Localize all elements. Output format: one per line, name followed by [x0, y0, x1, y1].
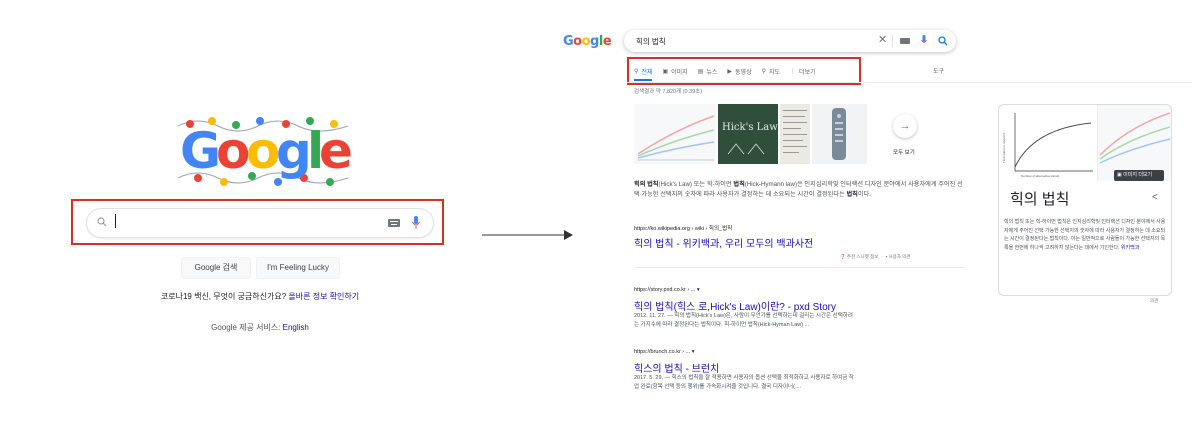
search-icon[interactable] [938, 36, 948, 46]
divider [892, 35, 893, 47]
results-search-input[interactable]: 힉의 법칙 [636, 36, 666, 47]
chalkboard-thumbnail[interactable]: Hick's Law [718, 104, 778, 164]
chevron-down-icon[interactable]: ▾ [692, 349, 695, 355]
promo-link[interactable]: 올바른 정보 확인하기 [288, 292, 359, 301]
result-title-link[interactable]: 힉스의 법칙 - 브런치 [634, 360, 719, 375]
featured-url[interactable]: https://ko.wikipedia.org › wiki › 힉의_법칙 [634, 224, 732, 232]
feedback-link[interactable]: 사용자 의견 [889, 254, 911, 259]
microphone-icon[interactable] [412, 216, 420, 230]
snippet-bold: 법칙 [733, 181, 745, 188]
language-offer: Google 제공 서비스: English [0, 322, 520, 333]
im-feeling-lucky-button[interactable]: I'm Feeling Lucky [256, 257, 340, 279]
arrow-right-icon: → [899, 120, 911, 132]
chalkboard-text: Hick's Law [722, 122, 778, 133]
tabs-divider [627, 82, 1192, 83]
keyboard-icon[interactable] [388, 219, 400, 227]
clear-icon[interactable]: ✕ [878, 33, 887, 46]
desc-line: 업 완료(항목 선택 등의 행위)를 가속화시켜줄 것입니다. 결국 디자이너(… [634, 384, 802, 390]
text-caret [115, 214, 116, 228]
remote-control-image [832, 108, 846, 160]
transition-arrow [482, 230, 573, 240]
snippet-bold: 법칙 [846, 191, 858, 198]
featured-snippet: 힉의 법칙(Hick's Law) 또는 힉-하이먼 법칙(Hick-Hyman… [634, 180, 966, 200]
url-text: https://brunch.co.kr › ... [634, 349, 691, 355]
home-search-input[interactable] [119, 213, 383, 233]
google-search-button[interactable]: Google 검색 [181, 257, 251, 279]
home-search-bar[interactable] [86, 208, 434, 238]
desc-line: 2012. 11. 27. — 힉의 법칙(Hick's Law)은, 사람이 … [634, 313, 853, 319]
logo-letter: e [319, 122, 353, 180]
offered-text: Google 제공 서비스: [211, 323, 281, 332]
google-doodle-logo[interactable]: G o o g l e [178, 112, 353, 190]
result-url[interactable]: https://story.pxd.co.kr › ... ▾ [634, 287, 700, 293]
chart-ylabel: Time taken to respond [1002, 133, 1006, 163]
result-title-link[interactable]: 힉의 법칙(힉스 로,Hick's Law)이란? - pxd Story [634, 298, 836, 313]
covid-promo: 코로나19 백신, 무엇이 궁금하신가요? 올바른 정보 확인하기 [0, 291, 520, 302]
desc-line: 2017. 5. 29. — 힉스의 법칙을 잘 적용하면 사용자의 옵션 선택… [634, 375, 854, 381]
results-search-bar[interactable]: 힉의 법칙 ✕ [624, 30, 956, 52]
kp-description: 힉의 법칙 또는 힉-하이먼 법칙은 인지심리학및 인터랙션 디자인 분야에서 … [1004, 218, 1166, 252]
chevron-down-icon[interactable]: ▾ [697, 287, 700, 293]
response-time-chart: Time taken to respond Number of alternat… [1002, 113, 1093, 178]
kp-title: 힉의 법칙 [1010, 191, 1070, 208]
help-icon: ❓ [840, 254, 846, 259]
featured-title-link[interactable]: 힉의 법칙 - 위키백과, 우리 모두의 백과사전 [634, 235, 813, 250]
see-all-label[interactable]: 모두 보기 [893, 148, 915, 156]
more-images-button[interactable]: ▣ 이미지 더보기 [1114, 170, 1164, 181]
remote-thumbnail[interactable] [812, 104, 867, 164]
about-snippets-link[interactable]: 추천 스니펫 정보 [847, 254, 878, 259]
snippet-bold: 힉의 법칙 [634, 181, 659, 188]
microphone-icon[interactable] [921, 35, 927, 47]
result-url[interactable]: https://brunch.co.kr › ... ▾ [634, 349, 695, 355]
english-link[interactable]: English [283, 323, 309, 332]
snippet-text: 이다. [857, 191, 871, 198]
chart-xlabel: Number of alternative stimuli [1021, 174, 1059, 178]
section-divider [634, 267, 966, 268]
see-all-arrow-button[interactable]: → [893, 114, 917, 138]
result-description: 2017. 5. 29. — 힉스의 법칙을 잘 적용하면 사용자의 옵션 선택… [634, 374, 934, 392]
results-logo[interactable]: Google [563, 34, 612, 49]
image-carousel[interactable]: Hick's Law [634, 104, 867, 164]
promo-text: 코로나19 백신, 무엇이 궁금하신가요? [160, 292, 287, 301]
feedback-icon: ▪ [885, 254, 888, 259]
snippet-feedback: ❓ 추천 스니펫 정보 ▪ 사용자 의견 [840, 254, 910, 260]
image-icon: ▣ [1117, 172, 1122, 178]
desc-line: 는 가지수에 따라 결정된다는 법칙이다. 힉-하이먼 법칙(Hick-Hyma… [634, 322, 810, 328]
highlight-box-tabs [627, 57, 861, 85]
document-thumbnail[interactable] [780, 104, 810, 164]
kp-graph-image[interactable]: Time taken to respond Number of alternat… [999, 105, 1098, 181]
more-images-label: 이미지 더보기 [1123, 172, 1153, 178]
share-icon[interactable]: < [1152, 192, 1158, 203]
result-stats: 검색결과 약 7,820개 (0.39초) [634, 89, 703, 95]
url-text: https://story.pxd.co.kr › ... [634, 287, 696, 293]
tools-button[interactable]: 도구 [933, 66, 944, 75]
graph-thumbnail[interactable] [634, 104, 716, 164]
curve-chart-image [637, 115, 715, 161]
snippet-text: (Hick's Law) 또는 힉-하이먼 [658, 181, 734, 188]
chalk-sketch [728, 143, 765, 155]
wikipedia-link[interactable]: 위키백과 [1121, 245, 1139, 251]
search-icon [97, 217, 107, 227]
result-description: 2012. 11. 27. — 힉의 법칙(Hick's Law)은, 사람이 … [634, 312, 934, 330]
keyboard-icon[interactable] [900, 38, 910, 44]
logo-letter: G [180, 122, 222, 180]
kp-feedback-link[interactable]: 의견 [1150, 298, 1158, 304]
text-lines-image [783, 110, 807, 153]
kp-desc-text: 힉의 법칙 또는 힉-하이먼 법칙은 인지심리학및 인터랙션 디자인 분야에서 … [1004, 219, 1166, 251]
